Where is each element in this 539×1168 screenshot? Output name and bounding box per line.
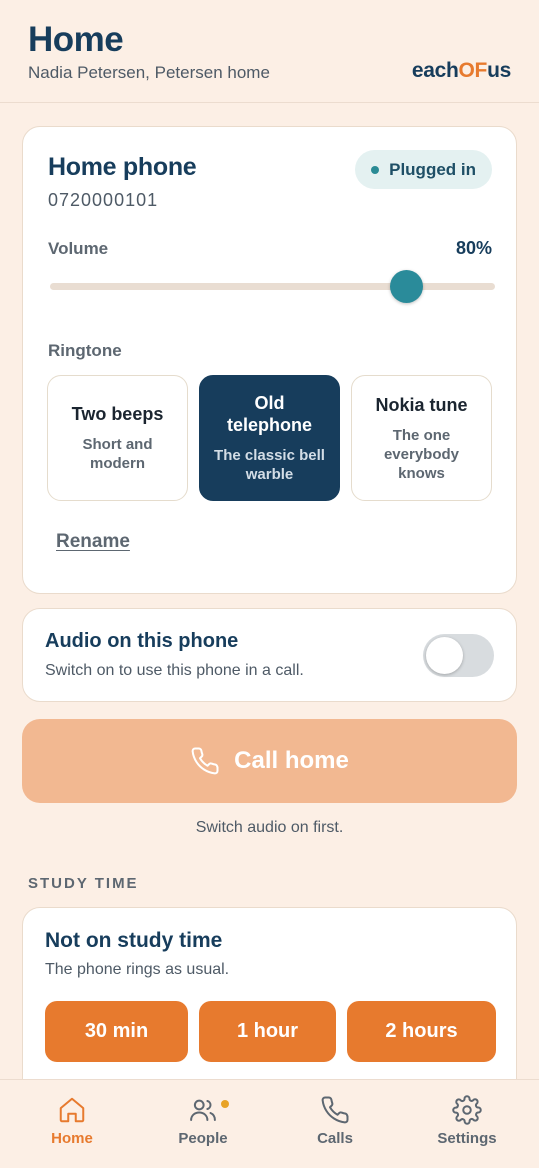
ringtone-option-title: Two beeps (71, 404, 164, 424)
nav-label: Settings (437, 1130, 497, 1147)
study-2-hours-button[interactable]: 2 hours (347, 1001, 496, 1062)
ringtone-option-desc: Short and modern (82, 436, 153, 472)
nav-item-home[interactable]: Home (17, 1080, 127, 1168)
volume-slider-track[interactable] (50, 283, 495, 290)
nav-label: People (178, 1130, 228, 1147)
logo-part-us: us (487, 59, 511, 82)
study-title: Not on study time (45, 929, 223, 952)
audio-desc: Switch on to use this phone in a call. (45, 662, 304, 679)
page-subtitle: Nadia Petersen, Petersen home (28, 63, 270, 82)
status-text: Plugged in (389, 159, 476, 179)
call-home-button[interactable]: Call home (22, 719, 517, 803)
phone-icon (191, 747, 219, 775)
ringtone-option-title: Old telephone (226, 393, 312, 435)
header: Home Nadia Petersen, Petersen home eachO… (0, 0, 539, 103)
status-dot-icon (371, 165, 380, 174)
notification-dot-icon (221, 1100, 229, 1108)
nav-item-settings[interactable]: Settings (412, 1080, 522, 1168)
volume-slider-thumb[interactable] (389, 270, 423, 303)
ringtone-option-two-beeps[interactable]: Two beeps Short and modern (47, 375, 188, 501)
ringtone-option-desc: The classic bell warble (214, 447, 325, 483)
phone-number: 0720000101 (48, 190, 159, 210)
volume-label: Volume (48, 239, 109, 258)
status-badge: Plugged in (355, 150, 492, 189)
brand-logo: eachOFus (412, 59, 511, 83)
bottom-nav: Home People Calls Settings (0, 1079, 539, 1168)
ringtone-option-nokia-tune[interactable]: Nokia tune The one everybody knows (351, 375, 492, 501)
phone-icon (321, 1096, 349, 1124)
gear-icon (452, 1095, 482, 1125)
logo-part-of: OF (458, 59, 488, 82)
audio-card: Audio on this phone Switch on to use thi… (22, 608, 517, 702)
study-30-min-button[interactable]: 30 min (45, 1001, 188, 1062)
audio-title: Audio on this phone (45, 630, 239, 652)
rename-link[interactable]: Rename (56, 531, 130, 553)
page-title: Home (28, 20, 124, 59)
call-home-label: Call home (234, 747, 349, 774)
toggle-knob (426, 637, 463, 674)
home-phone-card: Home phone 0720000101 Plugged in Volume … (22, 126, 517, 594)
ringtone-label: Ringtone (48, 341, 122, 360)
volume-value: 80% (455, 238, 492, 258)
section-label-study-time: STUDY TIME (28, 875, 139, 892)
call-hint: Switch audio on first. (195, 819, 344, 836)
home-icon (59, 1097, 85, 1123)
study-time-card: Not on study time The phone rings as usu… (22, 907, 517, 1107)
people-icon (190, 1099, 216, 1121)
ringtone-option-desc: The one everybody knows (383, 426, 460, 482)
ringtone-option-old-telephone[interactable]: Old telephone The classic bell warble (199, 375, 340, 501)
nav-label: Home (51, 1130, 93, 1147)
logo-part-each: each (411, 59, 459, 82)
nav-item-calls[interactable]: Calls (280, 1080, 390, 1168)
audio-toggle[interactable] (423, 634, 494, 677)
ringtone-option-title: Nokia tune (375, 394, 468, 415)
study-desc: The phone rings as usual. (45, 961, 230, 978)
nav-item-people[interactable]: People (148, 1080, 258, 1168)
phone-title: Home phone (48, 153, 197, 181)
study-1-hour-button[interactable]: 1 hour (199, 1001, 336, 1062)
nav-label: Calls (317, 1130, 353, 1147)
